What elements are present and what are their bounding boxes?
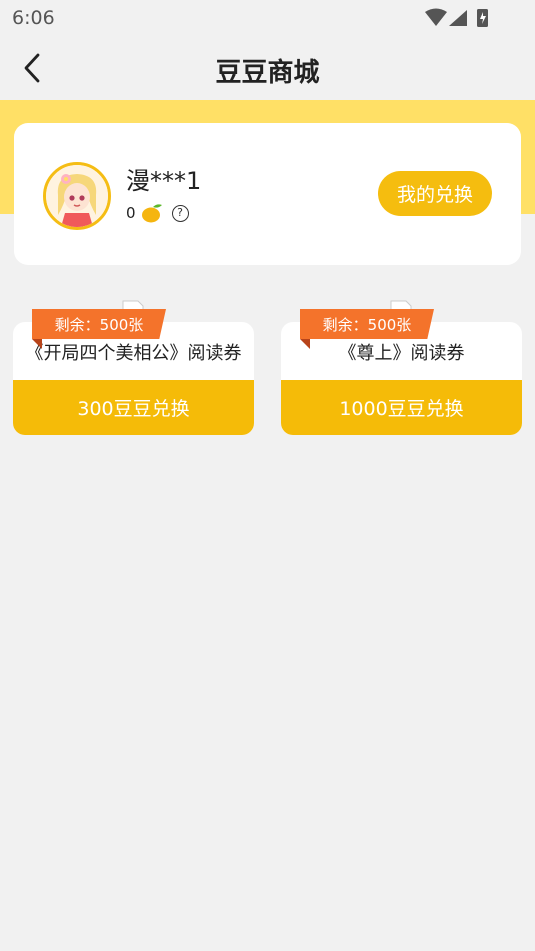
user-card: 漫***1 0 ? 我的兑换	[14, 123, 521, 265]
my-exchange-button[interactable]: 我的兑换	[378, 171, 492, 216]
redeem-button[interactable]: 300豆豆兑换	[13, 380, 254, 435]
remaining-badge: 剩余：500张	[32, 309, 166, 339]
product-title: 《尊上》阅读券	[338, 343, 465, 364]
bean-balance: 0 ?	[126, 201, 189, 225]
wifi-icon	[425, 8, 447, 26]
nav-bar: 豆豆商城	[0, 36, 535, 100]
page-title: 豆豆商城	[215, 58, 320, 88]
ribbon-fold	[32, 339, 42, 349]
product-card: 《尊上》阅读券 1000豆豆兑换 剩余：500张	[281, 300, 522, 435]
username: 漫***1	[126, 167, 202, 195]
redeem-button[interactable]: 1000豆豆兑换	[281, 380, 522, 435]
signal-icon	[449, 10, 467, 26]
ribbon-fold	[300, 339, 310, 349]
status-time: 6:06	[12, 7, 55, 29]
help-icon[interactable]: ?	[171, 204, 189, 222]
product-card: 《开局四个美相公》阅读券 300豆豆兑换 剩余：500张	[13, 300, 254, 435]
product-title: 《开局四个美相公》阅读券	[25, 343, 242, 364]
bean-icon	[141, 204, 162, 223]
status-bar: 6:06	[0, 0, 535, 36]
status-icons	[425, 8, 495, 28]
avatar[interactable]	[43, 162, 111, 230]
bean-count: 0	[126, 204, 136, 222]
remaining-badge: 剩余：500张	[300, 309, 434, 339]
